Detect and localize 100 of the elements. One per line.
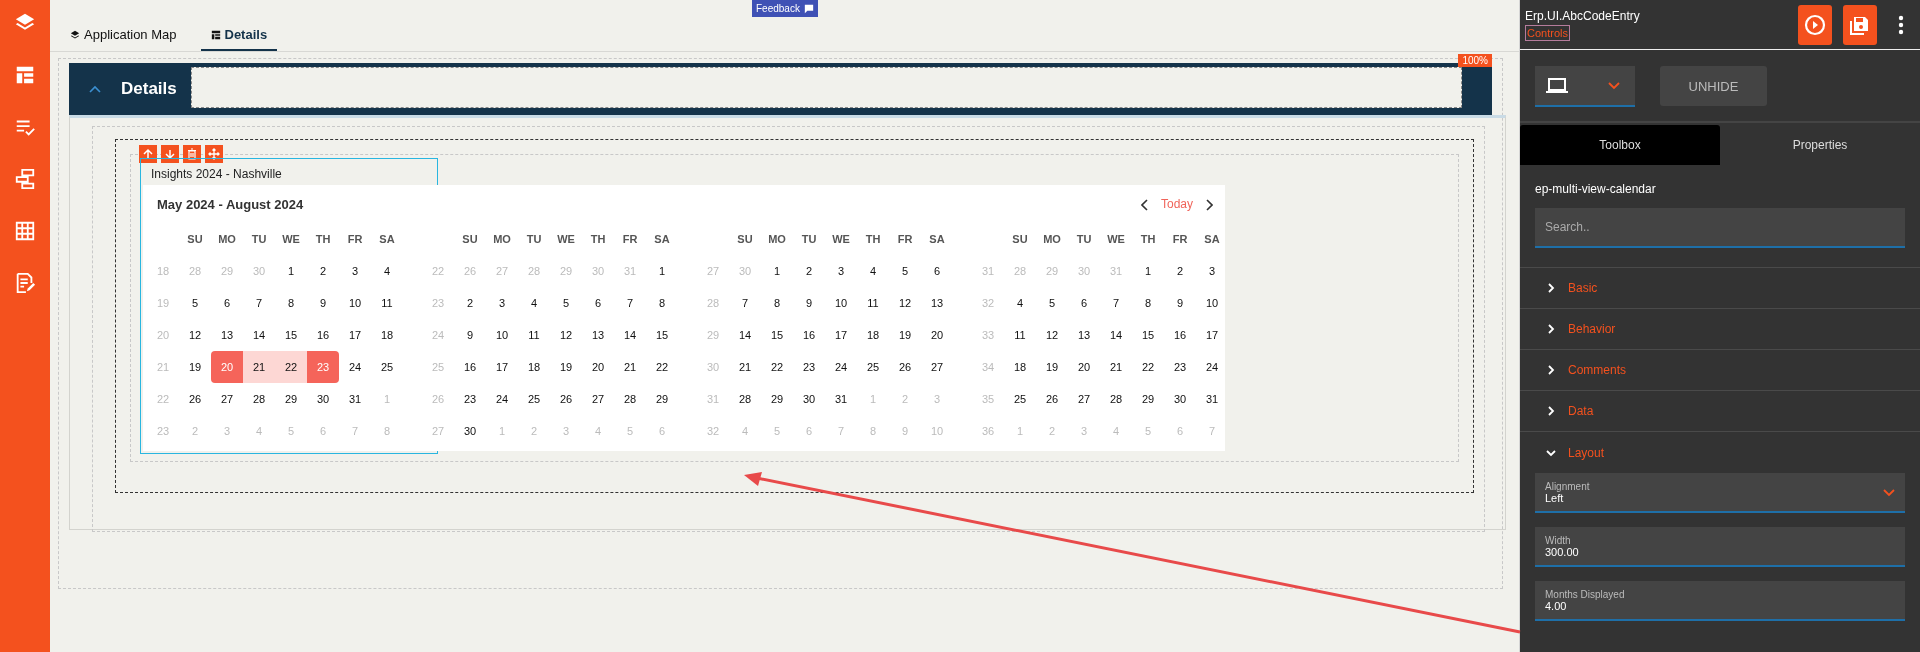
calendar-day[interactable]: 17 (825, 319, 857, 351)
calendar-day[interactable]: 18 (857, 319, 889, 351)
edit-document-icon[interactable] (14, 272, 36, 294)
calendar-day[interactable]: 9 (793, 287, 825, 319)
calendar-day[interactable]: 27 (921, 351, 953, 383)
calendar-day[interactable]: 16 (793, 319, 825, 351)
move-down-button[interactable] (161, 145, 179, 163)
calendar-day[interactable]: 9 (307, 287, 339, 319)
calendar-day[interactable]: 20 (582, 351, 614, 383)
calendar-day[interactable]: 30 (793, 383, 825, 415)
calendar-day[interactable]: 26 (1036, 383, 1068, 415)
calendar-day[interactable]: 21 (729, 351, 761, 383)
calendar-day[interactable]: 24 (1196, 351, 1228, 383)
calendar-day[interactable]: 2 (307, 255, 339, 287)
calendar-day[interactable]: 8 (1132, 287, 1164, 319)
calendar-day[interactable]: 1 (275, 255, 307, 287)
calendar-day[interactable]: 17 (1196, 319, 1228, 351)
calendar-day[interactable]: 25 (1004, 383, 1036, 415)
calendar-day[interactable]: 26 (889, 351, 921, 383)
calendar-day[interactable]: 1 (761, 255, 793, 287)
previous-button[interactable] (1138, 197, 1151, 211)
calendar-day[interactable]: 7 (729, 287, 761, 319)
calendar-day[interactable]: 14 (614, 319, 646, 351)
calendar-day[interactable]: 1 (1132, 255, 1164, 287)
calendar-day[interactable]: 14 (1100, 319, 1132, 351)
calendar-day[interactable]: 29 (761, 383, 793, 415)
calendar-day[interactable]: 8 (275, 287, 307, 319)
move-button[interactable] (205, 145, 223, 163)
calendar-day[interactable]: 10 (339, 287, 371, 319)
calendar-day[interactable]: 17 (339, 319, 371, 351)
unhide-button[interactable]: UNHIDE (1660, 66, 1767, 106)
calendar-day[interactable]: 28 (243, 383, 275, 415)
property-field[interactable]: Alignment Left (1535, 473, 1905, 513)
calendar-day[interactable]: 29 (646, 383, 678, 415)
calendar-day[interactable]: 20 (1068, 351, 1100, 383)
view-tab[interactable]: Application Map (60, 21, 187, 51)
layout-icon[interactable] (14, 64, 36, 86)
calendar-day[interactable]: 21 (243, 351, 275, 383)
search-field[interactable]: Search.. (1535, 208, 1905, 248)
breadcrumb-link[interactable]: Controls (1525, 24, 1570, 41)
calendar-day[interactable]: 11 (518, 319, 550, 351)
calendar-day[interactable]: 31 (1196, 383, 1228, 415)
calendar-day[interactable]: 5 (1036, 287, 1068, 319)
calendar-day[interactable]: 5 (889, 255, 921, 287)
calendar-day[interactable]: 28 (1100, 383, 1132, 415)
calendar-day[interactable]: 14 (729, 319, 761, 351)
section-header[interactable]: Layout (1520, 432, 1920, 473)
calendar-day[interactable]: 20 (921, 319, 953, 351)
calendar-day[interactable]: 3 (1196, 255, 1228, 287)
calendar-day[interactable]: 8 (761, 287, 793, 319)
calendar-day[interactable]: 29 (1132, 383, 1164, 415)
calendar-day[interactable]: 10 (486, 319, 518, 351)
calendar-day[interactable]: 17 (486, 351, 518, 383)
section-header[interactable]: Data (1520, 391, 1920, 432)
calendar-day[interactable]: 7 (1100, 287, 1132, 319)
calendar-day[interactable]: 2 (454, 287, 486, 319)
calendar-day[interactable]: 11 (371, 287, 403, 319)
flow-icon[interactable] (14, 168, 36, 190)
calendar-day[interactable]: 19 (889, 319, 921, 351)
calendar-day[interactable]: 16 (454, 351, 486, 383)
calendar-day[interactable]: 6 (582, 287, 614, 319)
calendar-day[interactable]: 6 (921, 255, 953, 287)
calendar-day[interactable]: 15 (275, 319, 307, 351)
calendar-day[interactable]: 4 (518, 287, 550, 319)
calendar-day[interactable]: 11 (857, 287, 889, 319)
calendar-day[interactable]: 3 (486, 287, 518, 319)
calendar-day[interactable]: 19 (550, 351, 582, 383)
save-button[interactable] (1843, 4, 1877, 45)
calendar-day[interactable]: 24 (339, 351, 371, 383)
calendar-day[interactable]: 18 (371, 319, 403, 351)
section-header[interactable]: Behavior (1520, 309, 1920, 350)
section-header[interactable]: Basic (1520, 268, 1920, 309)
calendar-day[interactable]: 24 (825, 351, 857, 383)
calendar-day[interactable]: 22 (646, 351, 678, 383)
delete-button[interactable] (183, 145, 201, 163)
calendar-day[interactable]: 13 (1068, 319, 1100, 351)
calendar-day[interactable]: 2 (1164, 255, 1196, 287)
calendar-day[interactable]: 14 (243, 319, 275, 351)
calendar-day[interactable]: 9 (1164, 287, 1196, 319)
calendar-day[interactable]: 19 (1036, 351, 1068, 383)
calendar-day[interactable]: 23 (454, 383, 486, 415)
calendar-day[interactable]: 23 (1164, 351, 1196, 383)
more-icon[interactable] (1898, 14, 1904, 35)
calendar-day[interactable]: 25 (371, 351, 403, 383)
calendar-day[interactable]: 22 (275, 351, 307, 383)
calendar-day[interactable]: 25 (518, 383, 550, 415)
property-field[interactable]: Months Displayed 4.00 (1535, 581, 1905, 621)
calendar-day[interactable]: 19 (179, 351, 211, 383)
calendar-day[interactable]: 10 (825, 287, 857, 319)
calendar-day[interactable]: 24 (486, 383, 518, 415)
feedback-button[interactable]: Feedback (752, 0, 818, 17)
calendar-day[interactable]: 13 (211, 319, 243, 351)
calendar-day[interactable]: 29 (275, 383, 307, 415)
calendar-day[interactable]: 1 (646, 255, 678, 287)
run-button[interactable] (1798, 4, 1832, 45)
calendar-day[interactable]: 31 (339, 383, 371, 415)
calendar-day[interactable]: 16 (1164, 319, 1196, 351)
calendar-day[interactable]: 9 (454, 319, 486, 351)
next-button[interactable] (1203, 197, 1215, 211)
calendar-day[interactable]: 25 (857, 351, 889, 383)
